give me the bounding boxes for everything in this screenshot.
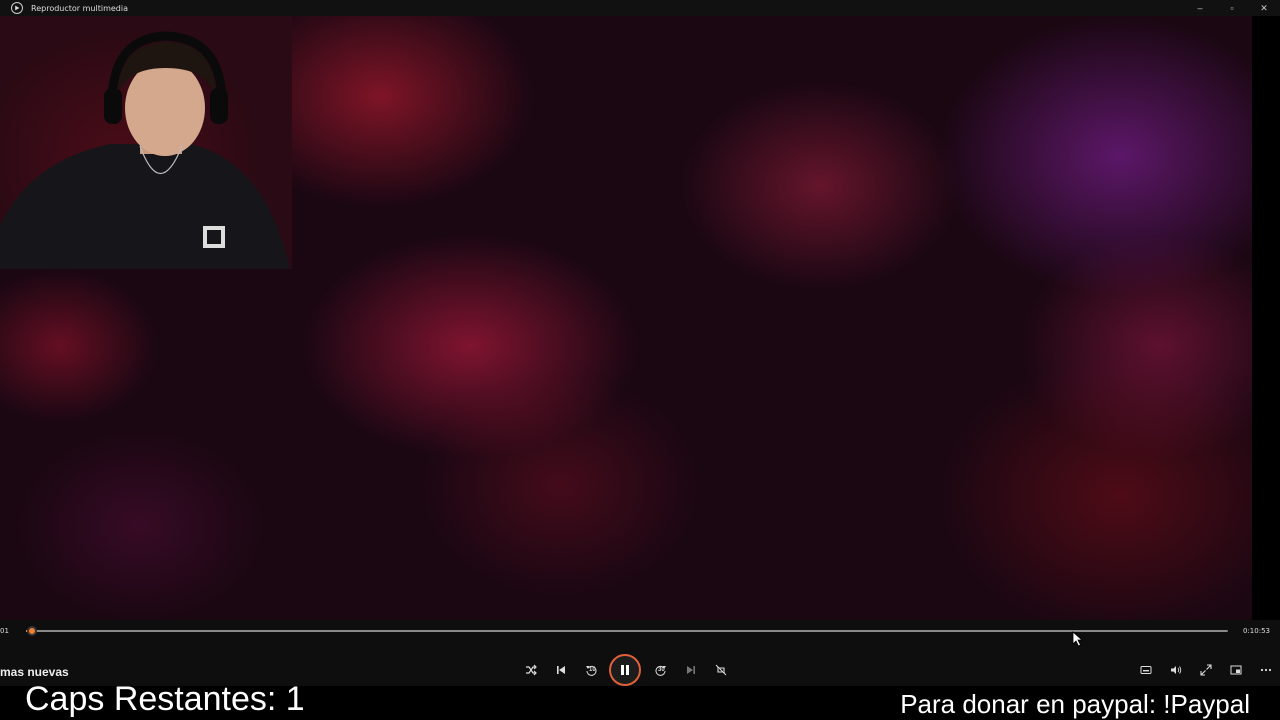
next-button[interactable]	[680, 659, 702, 681]
repeat-off-icon	[715, 664, 727, 676]
more-options-button[interactable]	[1255, 659, 1277, 681]
captions-button[interactable]	[1135, 659, 1157, 681]
caps-remaining-text: Caps Restantes: 1	[25, 680, 305, 718]
captions-icon	[1140, 666, 1152, 674]
time-elapsed: 01	[0, 627, 9, 635]
shuffle-button[interactable]	[520, 659, 542, 681]
volume-button[interactable]	[1165, 659, 1187, 681]
donate-text: Para donar en paypal: !Paypal	[900, 689, 1250, 719]
picture-in-picture-icon	[1230, 665, 1242, 675]
more-icon	[1260, 668, 1272, 672]
close-button[interactable]: ✕	[1248, 0, 1280, 16]
previous-button[interactable]	[550, 659, 572, 681]
volume-icon	[1171, 666, 1182, 674]
expand-icon	[1200, 664, 1212, 676]
pause-button[interactable]	[609, 654, 641, 686]
skip-forward-button[interactable]: 30	[650, 659, 672, 681]
skip-next-icon	[687, 666, 695, 674]
seek-thumb[interactable]	[27, 626, 37, 636]
skip-back-button[interactable]: 10	[580, 659, 602, 681]
skip-previous-icon	[557, 666, 565, 674]
minimize-button[interactable]: –	[1184, 0, 1216, 16]
streamer-image	[0, 31, 290, 269]
seek-bar[interactable]	[26, 626, 1228, 636]
stream-overlay-bar: Caps Restantes: 1 Para donar en paypal: …	[0, 680, 1280, 720]
window-title: Reproductor multimedia	[31, 3, 128, 13]
webcam-overlay	[0, 16, 292, 269]
mini-player-button[interactable]	[1225, 659, 1247, 681]
fullscreen-button[interactable]	[1195, 659, 1217, 681]
skip-back-seconds: 10	[589, 667, 596, 673]
playlist-label[interactable]: mas nuevas	[0, 665, 69, 679]
mouse-cursor-icon	[1072, 631, 1084, 647]
skip-forward-seconds: 30	[658, 667, 665, 673]
restore-button[interactable]: ▫	[1216, 0, 1248, 16]
media-player-icon	[11, 2, 23, 14]
repeat-button[interactable]	[710, 659, 732, 681]
pause-icon	[621, 665, 629, 675]
time-total: 0:10:53	[1243, 627, 1270, 635]
player-controls: 01 0:10:53 mas nuevas 10 30	[0, 620, 1280, 686]
title-bar: Reproductor multimedia – ▫ ✕	[0, 0, 1280, 16]
shuffle-icon	[526, 664, 537, 676]
